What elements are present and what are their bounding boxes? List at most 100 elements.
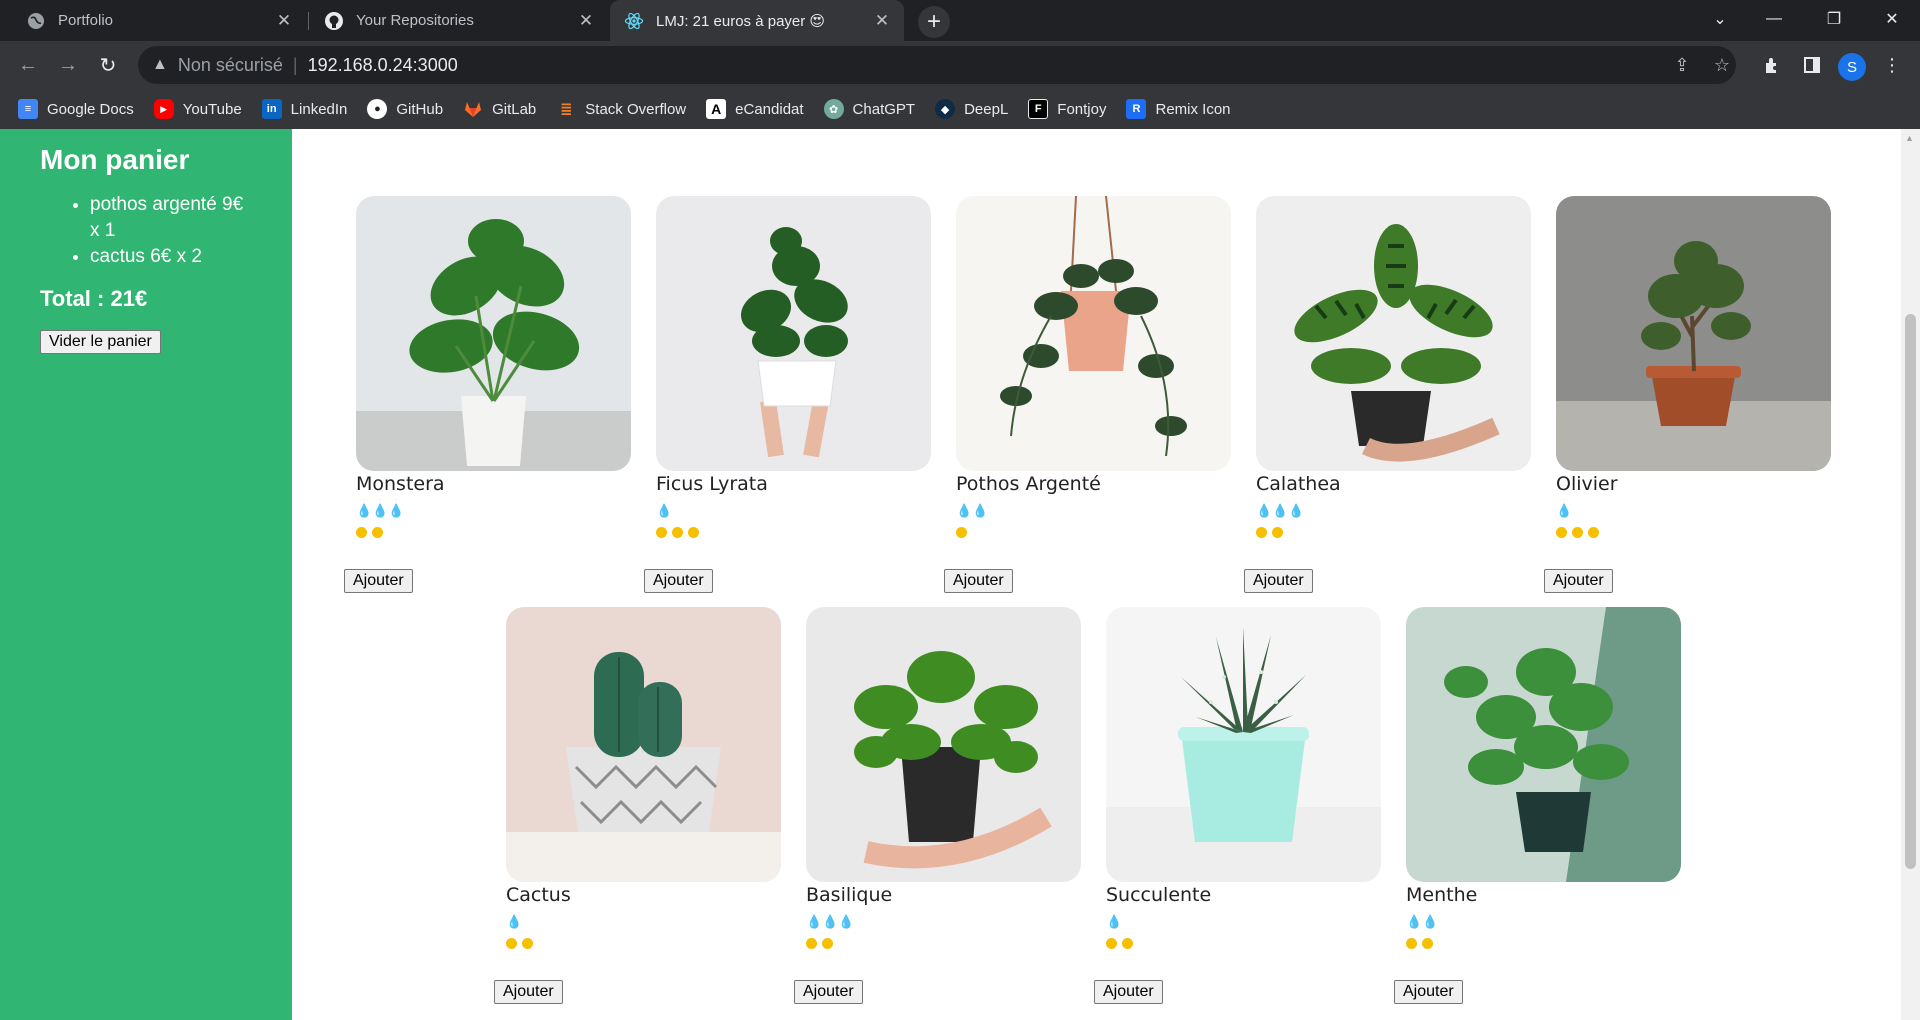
remix-icon: R [1126,99,1147,119]
side-panel-icon[interactable] [1796,49,1828,81]
plant-photo [1556,196,1831,471]
bookmark-star-icon[interactable]: ☆ [1708,51,1736,79]
profile-avatar[interactable]: S [1838,53,1866,81]
globe-icon [26,11,46,31]
add-to-cart-button[interactable]: Ajouter [344,569,413,593]
tab-portfolio[interactable]: Portfolio ✕ [0,0,306,41]
bookmark-stack-overflow[interactable]: ≣ Stack Overflow [556,99,686,119]
tab-label: Portfolio [58,12,114,29]
forward-icon[interactable]: → [52,49,84,81]
bookmark-label: LinkedIn [290,100,348,118]
minimize-icon[interactable]: — [1746,0,1802,38]
bookmark-chatgpt[interactable]: ✿ ChatGPT [823,99,915,119]
linkedin-icon: in [261,99,282,119]
bookmark-ecandidat[interactable]: A eCandidat [706,99,804,119]
plant-name: Calathea [1256,473,1341,495]
cart-title: Mon panier [40,144,190,175]
scrollbar-thumb[interactable] [1905,314,1916,869]
chatgpt-icon: ✿ [823,99,844,119]
plant-photo [356,196,631,471]
plant-name: Pothos Argenté [956,473,1101,495]
bookmark-label: DeepL [964,100,1009,118]
add-to-cart-button[interactable]: Ajouter [1544,569,1613,593]
light-level-icon [956,527,967,539]
tab-search-icon[interactable]: ⌄ [1692,0,1748,38]
cart-list: pothos argenté 9€ x 1 cactus 6€ x 2 [40,192,252,270]
light-level-icon [1106,938,1133,950]
scroll-up-icon[interactable]: ▲ [1905,133,1914,143]
bookmark-label: Remix Icon [1155,100,1231,118]
github-icon: ● [367,99,388,119]
warning-icon[interactable]: ▲ [152,56,168,74]
fontjoy-icon: F [1028,99,1049,119]
extensions-icon[interactable] [1756,49,1788,81]
light-level-icon [806,938,833,950]
gitlab-icon [463,99,483,119]
water-level-icon: 💧 [656,503,673,518]
restore-icon[interactable]: ❐ [1806,0,1862,38]
add-to-cart-button[interactable]: Ajouter [644,569,713,593]
new-tab-button[interactable]: + [918,6,950,38]
bookmark-label: Stack Overflow [585,100,687,118]
water-level-icon: 💧 [1106,914,1123,929]
close-icon[interactable]: ✕ [872,11,892,31]
github-icon [324,11,344,31]
water-level-icon: 💧 [1556,503,1573,518]
bookmark-remix-icon[interactable]: R Remix Icon [1126,99,1231,119]
water-level-icon: 💧💧 [956,503,989,518]
address-bar[interactable]: ▲ Non sécurisé | 192.168.0.24:3000 [138,46,1736,84]
bookmark-gitlab[interactable]: GitLab [463,99,536,119]
add-to-cart-button[interactable]: Ajouter [494,980,563,1004]
cart-item: cactus 6€ x 2 [90,244,250,270]
bookmark-label: YouTube [182,100,242,118]
close-icon[interactable]: ✕ [274,11,294,31]
tab-lmj[interactable]: LMJ: 21 euros à payer 😍 ✕ [610,0,904,41]
tab-label: Your Repositories [356,12,474,29]
bookmark-google-docs[interactable]: ≡ Google Docs [18,99,134,119]
add-to-cart-button[interactable]: Ajouter [944,569,1013,593]
bookmark-github[interactable]: ● GitHub [367,99,443,119]
plant-photo [956,196,1231,471]
youtube-icon: ▶ [153,99,174,119]
plant-photo [1106,607,1381,882]
bookmark-label: eCandidat [735,100,804,118]
bookmark-youtube[interactable]: ▶ YouTube [153,99,242,119]
omnibox-divider: | [292,54,298,75]
water-level-icon: 💧💧💧 [356,503,405,518]
vertical-scrollbar[interactable]: ▲ [1901,129,1920,1020]
light-level-icon [1256,527,1283,539]
add-to-cart-button[interactable]: Ajouter [794,980,863,1004]
security-label: Non sécurisé [177,54,283,75]
back-icon[interactable]: ← [12,49,44,81]
reload-icon[interactable]: ↻ [92,49,124,81]
menu-icon[interactable]: ⋮ [1876,49,1908,81]
plant-name: Ficus Lyrata [656,473,768,495]
tab-strip: Portfolio ✕ Your Repositories ✕ LMJ: 21 … [0,0,1920,41]
light-level-icon [356,527,383,539]
close-icon[interactable]: ✕ [576,11,596,31]
bookmark-linkedin[interactable]: in LinkedIn [261,99,348,119]
share-icon[interactable]: ⇪ [1668,51,1696,79]
window-close-icon[interactable]: ✕ [1864,0,1920,38]
plant-photo [656,196,931,471]
plant-name: Menthe [1406,884,1478,906]
add-to-cart-button[interactable]: Ajouter [1094,980,1163,1004]
bookmark-label: GitHub [396,100,444,118]
browser-toolbar: ← → ↻ ▲ Non sécurisé | 192.168.0.24:3000… [0,41,1920,89]
plant-name: Cactus [506,884,571,906]
plant-photo [1256,196,1531,471]
bookmark-deepl[interactable]: ◆ DeepL [935,99,1008,119]
cart-sidebar: Mon panier pothos argenté 9€ x 1 cactus … [0,129,292,1020]
bookmarks-bar: ≡ Google Docs ▶ YouTube in LinkedIn ● Gi… [0,89,1920,129]
plant-grid: Monstera 💧💧💧 Ajouter Ficus Lyrata 💧 Ajou… [292,129,1901,1020]
water-level-icon: 💧💧 [1406,914,1439,929]
bookmark-fontjoy[interactable]: F Fontjoy [1028,99,1106,119]
light-level-icon [1556,527,1599,539]
bookmark-label: Fontjoy [1057,100,1107,118]
stackoverflow-icon: ≣ [559,101,573,118]
add-to-cart-button[interactable]: Ajouter [1394,980,1463,1004]
deepl-icon: ◆ [935,99,956,119]
tab-repositories[interactable]: Your Repositories ✕ [310,0,608,41]
add-to-cart-button[interactable]: Ajouter [1244,569,1313,593]
empty-cart-button[interactable]: Vider le panier [40,330,161,354]
